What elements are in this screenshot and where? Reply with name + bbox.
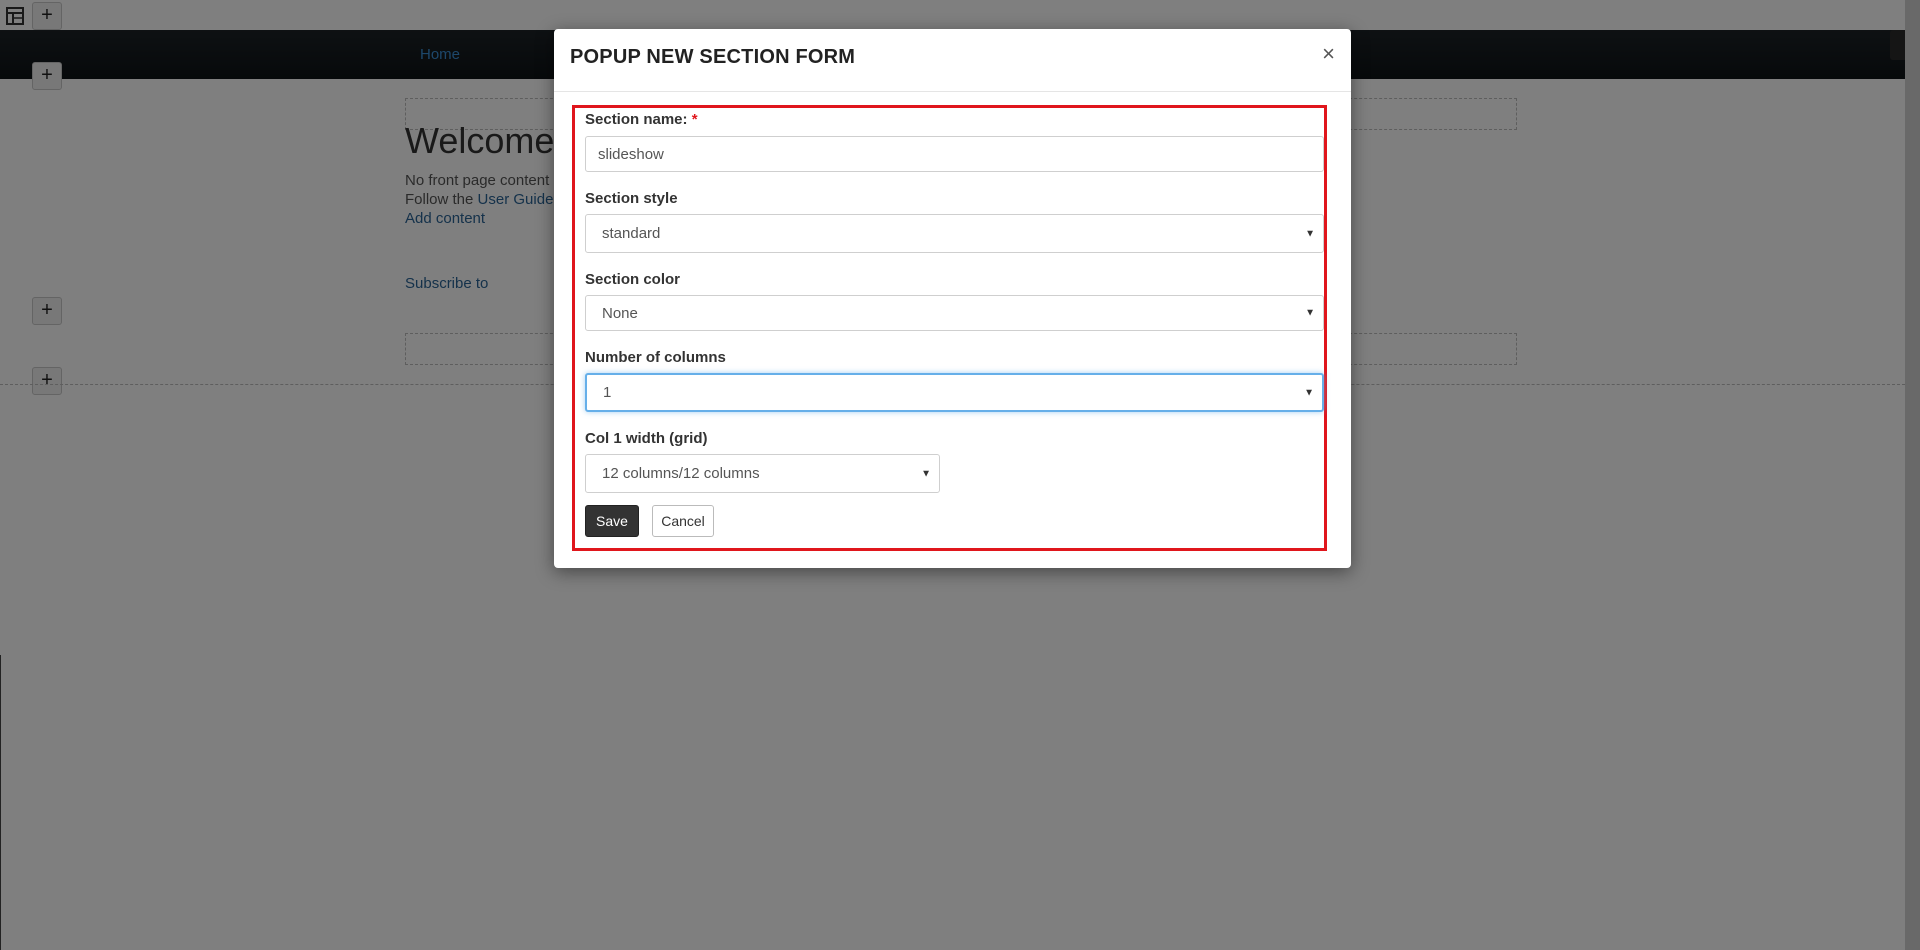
num-columns-value: 1 (603, 384, 612, 401)
modal-header: POPUP NEW SECTION FORM × (554, 29, 1351, 92)
modal-title: POPUP NEW SECTION FORM (570, 46, 856, 68)
required-marker: * (691, 111, 698, 128)
save-button[interactable]: Save (585, 505, 639, 537)
cancel-button[interactable]: Cancel (652, 505, 714, 537)
col1-width-select[interactable]: 12 columns/12 columns ▼ (585, 454, 940, 493)
new-section-modal: POPUP NEW SECTION FORM × Section name: *… (554, 29, 1351, 568)
section-name-input[interactable]: slideshow (585, 136, 1324, 172)
section-name-value: slideshow (598, 145, 664, 163)
section-name-label-text: Section name: (585, 111, 688, 128)
col1-width-label: Col 1 width (grid) (585, 430, 708, 447)
section-form: Section name: * slideshow Section style … (572, 105, 1327, 551)
section-color-value: None (602, 304, 638, 322)
chevron-down-icon: ▼ (921, 468, 931, 479)
col1-width-value: 12 columns/12 columns (602, 465, 760, 482)
section-color-select[interactable]: None ▼ (585, 295, 1324, 331)
close-icon[interactable]: × (1322, 43, 1335, 65)
num-columns-select[interactable]: 1 ▼ (585, 373, 1324, 412)
window-edge (0, 655, 1, 950)
chevron-down-icon: ▼ (1305, 228, 1315, 239)
section-style-label: Section style (585, 190, 678, 207)
num-columns-label: Number of columns (585, 349, 726, 366)
section-style-select[interactable]: standard ▼ (585, 214, 1324, 253)
section-style-value: standard (602, 225, 661, 242)
chevron-down-icon: ▼ (1304, 387, 1314, 398)
chevron-down-icon: ▼ (1305, 307, 1315, 319)
section-name-label: Section name: * (585, 111, 698, 128)
section-color-label: Section color (585, 271, 681, 288)
